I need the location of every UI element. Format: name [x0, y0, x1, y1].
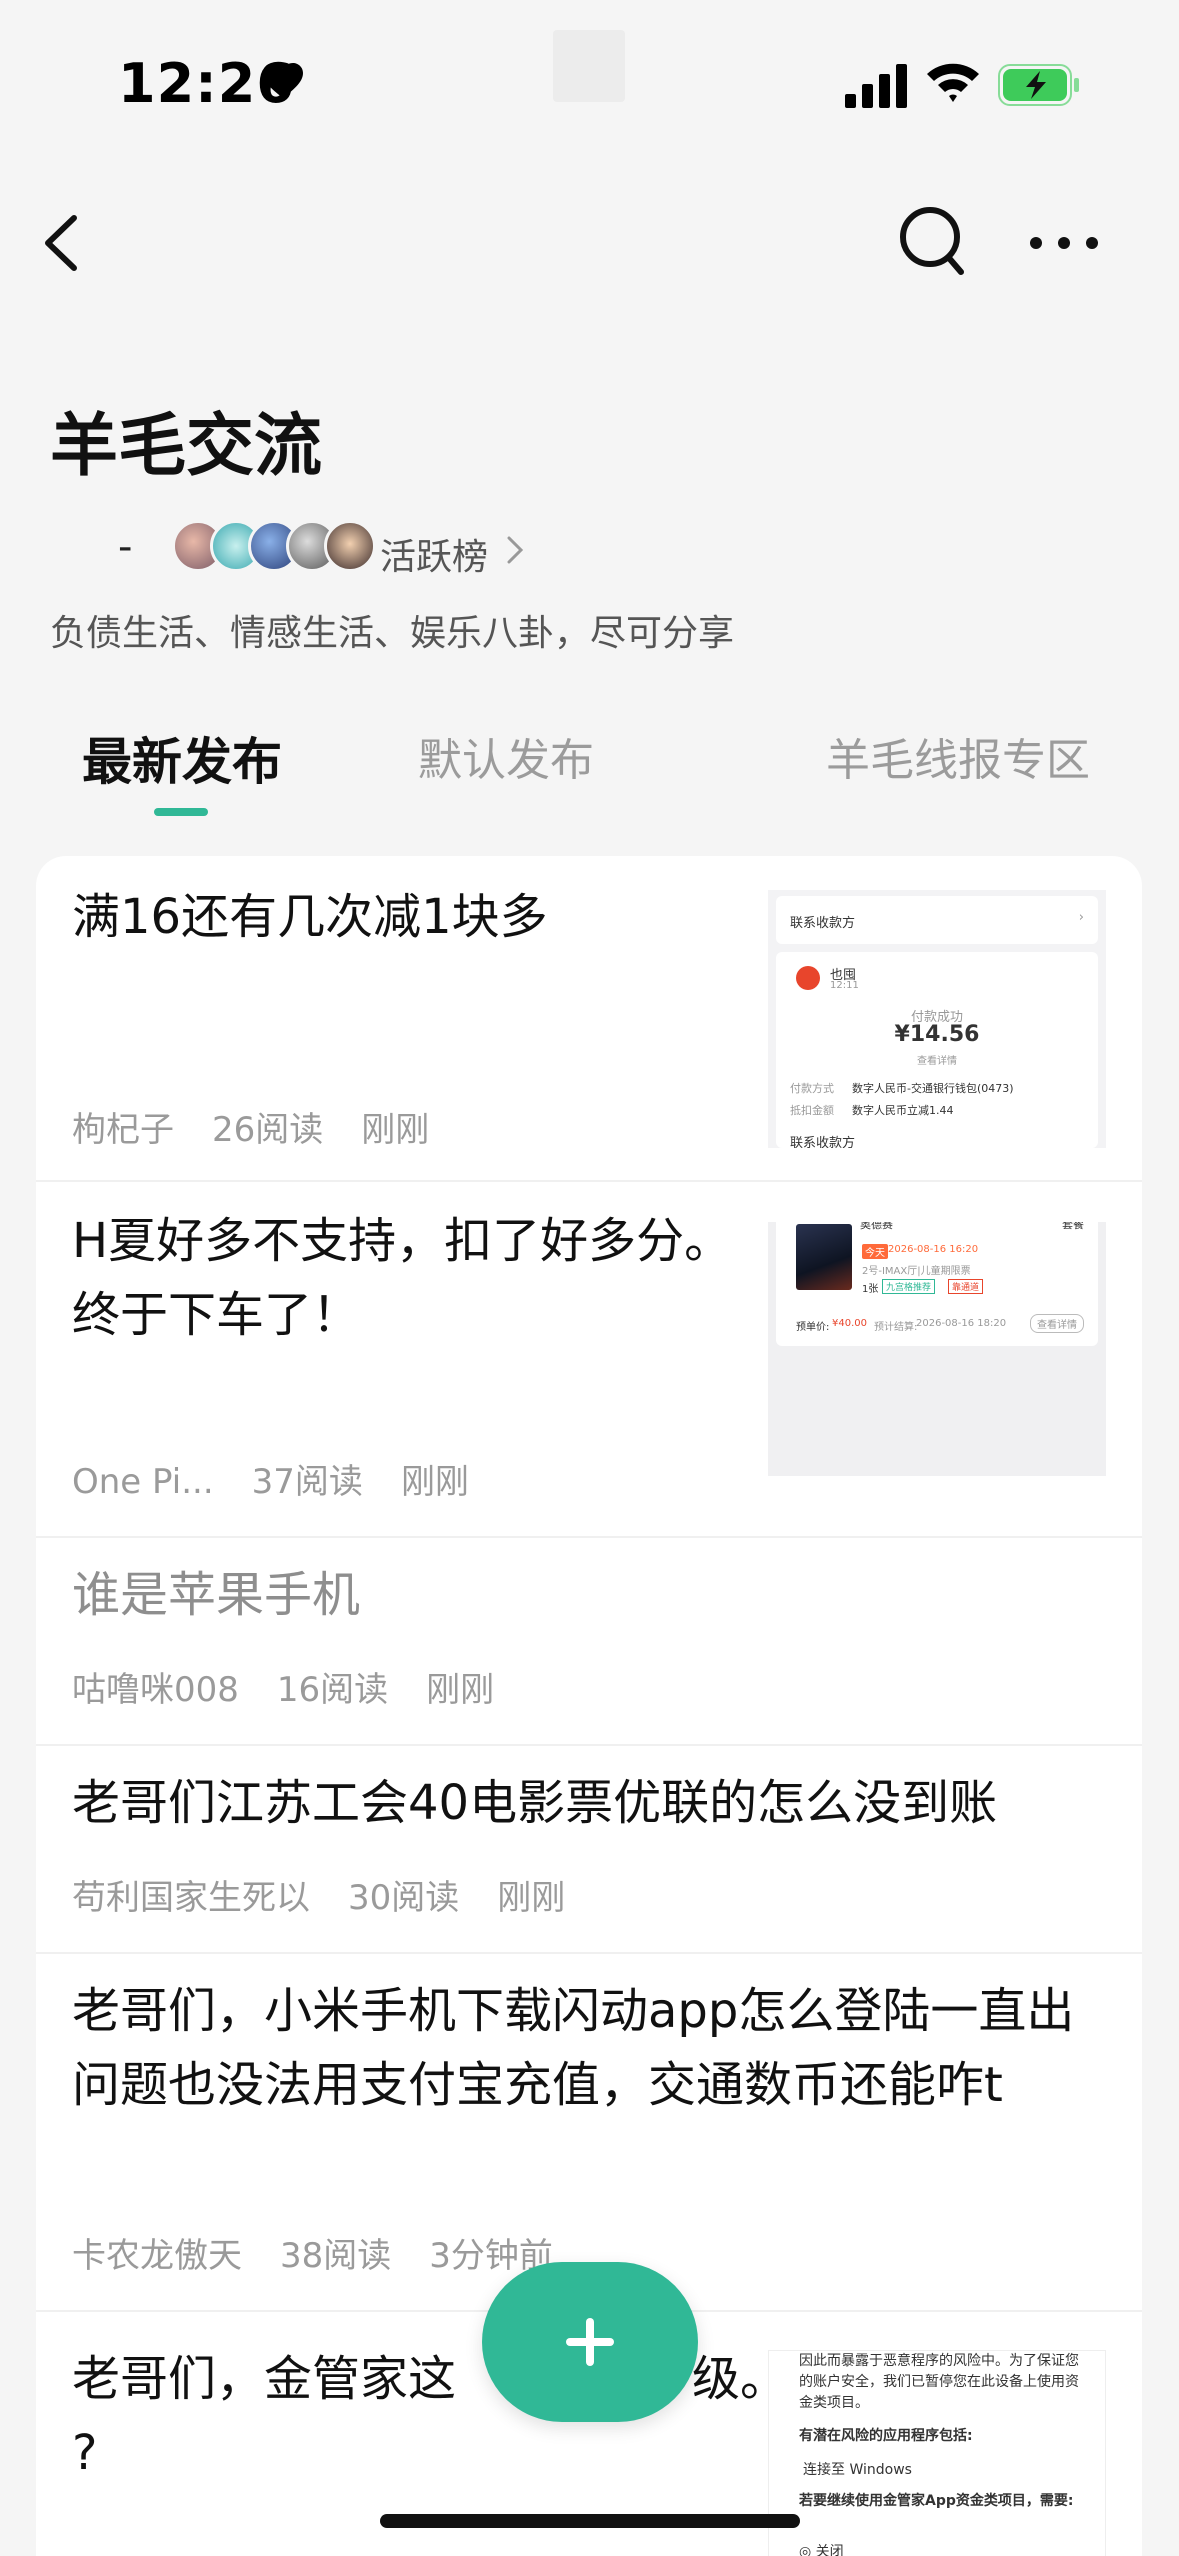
wifi-icon [927, 63, 979, 102]
post-title[interactable]: 谁是苹果手机 [72, 1558, 1102, 1632]
post-reads: 37阅读 [251, 1462, 363, 1502]
post-reads: 30阅读 [348, 1878, 460, 1918]
status-bar: 12:26 [0, 0, 1179, 150]
post-title[interactable]: 老哥们，金管家这 [72, 2342, 532, 2416]
post-author[interactable]: 卡农龙傲天 [72, 2236, 242, 2276]
battery-charging-icon [998, 64, 1079, 106]
post-title-line2: ? [72, 2425, 98, 2481]
post-time: 刚刚 [361, 1110, 430, 1150]
signal-icon [845, 64, 907, 108]
post-meta: 苟利国家生死以 30阅读 刚刚 [72, 1870, 603, 1919]
post-thumbnail[interactable]: 因此而暴露于恶意程序的风险中。为了保证您的账户安全，我们已暂停您在此设备上使用资… [768, 2350, 1106, 2556]
tab-indicator [154, 808, 208, 816]
search-icon[interactable] [898, 204, 968, 280]
post-reads: 16阅读 [276, 1670, 389, 1710]
list-item[interactable]: 老哥们，小米手机下载闪动app怎么登陆一直出问题也没法用支付宝充值，交通数币还能… [36, 1954, 1142, 2312]
community-description: 负债生活、情感生活、娱乐八卦，尽可分享 [50, 613, 735, 654]
post-title[interactable]: 老哥们，小米手机下载闪动app怎么登陆一直出问题也没法用支付宝充值，交通数币还能… [72, 1974, 1118, 2122]
post-reads: 38阅读 [280, 2236, 392, 2276]
avatar [324, 520, 376, 572]
post-author[interactable]: One Pi... [72, 1462, 214, 1502]
tab-deals[interactable]: 羊毛线报专区 [826, 724, 1090, 788]
post-time: 刚刚 [426, 1670, 495, 1710]
thumb-payee-row: 联系收款方 › [776, 896, 1098, 944]
post-time: 刚刚 [497, 1878, 566, 1918]
active-ranking-link[interactable]: 活跃榜 [380, 528, 488, 580]
list-item[interactable]: 谁是苹果手机 咕噜咪008 16阅读 刚刚 [36, 1538, 1142, 1746]
list-item[interactable]: 满16还有几次减1块多 枸杞子 26阅读 刚刚 联系收款方 › 也囤 12:11 付… [36, 856, 1142, 1182]
chevron-right-icon [507, 536, 524, 564]
more-icon[interactable] [1028, 228, 1100, 258]
list-item[interactable]: H夏好多不支持，扣了好多分。终于下车了！ One Pi... 37阅读 刚刚 奥德赛… [36, 1182, 1142, 1538]
new-post-button[interactable] [482, 2262, 698, 2422]
post-author[interactable]: 枸杞子 [72, 1110, 174, 1150]
community-meta-row: - 活跃榜 [50, 520, 750, 580]
heart-icon [263, 63, 303, 98]
list-item[interactable]: 老哥们江苏工会40电影票优联的怎么没到账 苟利国家生死以 30阅读 刚刚 [36, 1746, 1142, 1954]
post-time: 刚刚 [400, 1462, 469, 1502]
home-indicator[interactable] [380, 2514, 800, 2528]
thumb-ticket: 奥德赛 套餐 今天 2026-08-16 16:20 2号-IMAX厅|儿童期限… [776, 1222, 1098, 1346]
tab-default[interactable]: 默认发布 [418, 724, 594, 788]
tab-latest[interactable]: 最新发布 [82, 722, 282, 794]
post-title[interactable]: 满16还有几次减1块多 [72, 880, 752, 954]
thumb-receipt: 也囤 12:11 付款成功 ¥14.56 查看详情 付款方式 数字人民币-交通银… [776, 952, 1098, 1148]
post-reads: 26阅读 [212, 1110, 324, 1150]
camera-indicator [553, 30, 625, 102]
post-meta: One Pi... 37阅读 刚刚 [72, 1454, 507, 1503]
owner-placeholder: - [118, 524, 133, 570]
merchant-logo [796, 966, 820, 990]
post-meta: 枸杞子 26阅读 刚刚 [72, 1102, 467, 1151]
post-meta: 咕噜咪008 16阅读 刚刚 [72, 1662, 532, 1711]
post-author[interactable]: 苟利国家生死以 [72, 1878, 310, 1918]
page-title: 羊毛交流 [50, 407, 323, 486]
movie-poster [796, 1224, 852, 1290]
post-thumbnail[interactable]: 联系收款方 › 也囤 12:11 付款成功 ¥14.56 查看详情 付款方式 数… [768, 890, 1106, 1148]
post-author[interactable]: 咕噜咪008 [72, 1670, 239, 1710]
post-meta: 卡农龙傲天 38阅读 3分钟前 [72, 2228, 591, 2277]
back-chevron-icon[interactable] [38, 208, 88, 278]
post-thumbnail[interactable]: 奥德赛 套餐 今天 2026-08-16 16:20 2号-IMAX厅|儿童期限… [768, 1222, 1106, 1476]
post-title[interactable]: H夏好多不支持，扣了好多分。终于下车了！ [72, 1204, 752, 1352]
post-title[interactable]: 老哥们江苏工会40电影票优联的怎么没到账 [72, 1766, 1132, 1840]
